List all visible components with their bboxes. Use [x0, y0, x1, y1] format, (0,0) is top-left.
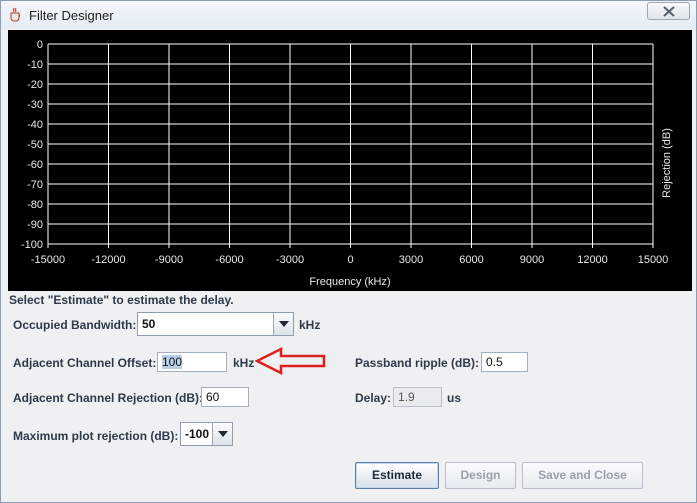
adjacent-channel-offset-label: Adjacent Channel Offset:	[13, 356, 157, 370]
y-tick-label: -20	[27, 79, 43, 91]
y-tick-label: -30	[27, 99, 43, 111]
y-tick-label: -60	[27, 159, 43, 171]
status-text: Select "Estimate" to estimate the delay.	[9, 293, 234, 307]
save-and-close-button[interactable]: Save and Close	[522, 462, 643, 489]
y-tick-label: -40	[27, 119, 43, 131]
delay-field: 1.9	[393, 387, 442, 407]
adjacent-channel-offset-input[interactable]: 100	[157, 352, 227, 372]
window-title: Filter Designer	[29, 8, 114, 23]
title-bar: Filter Designer	[1, 1, 696, 29]
occupied-bandwidth-dropdown-button[interactable]	[273, 313, 293, 335]
design-button[interactable]: Design	[445, 462, 516, 489]
x-tick-label: 6000	[459, 254, 483, 266]
y-tick-label: -50	[27, 139, 43, 151]
adjacent-channel-offset-value: 100	[162, 355, 183, 369]
chevron-down-icon	[279, 321, 289, 327]
y-tick-label: -70	[27, 179, 43, 191]
occupied-bandwidth-label: Occupied Bandwidth:	[13, 318, 137, 332]
x-tick-label: -6000	[215, 254, 243, 266]
adjacent-channel-rejection-input[interactable]: 60	[201, 387, 249, 407]
chevron-down-icon	[218, 431, 228, 437]
x-tick-label: 12000	[577, 254, 608, 266]
x-tick-label: 9000	[520, 254, 544, 266]
max-plot-rejection-value: -100	[185, 427, 210, 441]
plot-svg: 0 -10 -20 -30 -40 -50 -60 -70 -80 -90 -100 -15000 -…	[21, 39, 673, 288]
x-axis-label: Frequency (kHz)	[309, 276, 390, 288]
x-tick-label: -9000	[155, 254, 183, 266]
close-icon	[663, 6, 675, 17]
x-tick-label: -3000	[276, 254, 304, 266]
max-plot-rejection-combo[interactable]: -100	[180, 422, 233, 446]
adjacent-channel-offset-unit: kHz	[233, 356, 255, 370]
annotation-arrow	[255, 347, 326, 375]
passband-ripple-label: Passband ripple (dB):	[355, 356, 480, 370]
passband-ripple-input[interactable]: 0.5	[481, 352, 528, 372]
occupied-bandwidth-combo[interactable]: 50	[137, 312, 294, 336]
y-tick-label: 0	[37, 39, 43, 51]
delay-unit: us	[447, 391, 462, 405]
occupied-bandwidth-value: 50	[142, 317, 156, 331]
adjacent-channel-rejection-value: 60	[206, 390, 220, 404]
y-tick-label: -90	[27, 219, 43, 231]
occupied-bandwidth-unit: kHz	[299, 318, 321, 332]
estimate-button[interactable]: Estimate	[355, 462, 439, 489]
x-tick-label: -15000	[31, 254, 65, 266]
adjacent-channel-rejection-label: Adjacent Channel Rejection (dB):	[13, 391, 204, 405]
max-plot-rejection-label: Maximum plot rejection (dB):	[13, 429, 179, 443]
delay-value: 1.9	[398, 390, 415, 404]
y-axis-label: Rejection (dB)	[661, 128, 673, 198]
delay-label: Delay:	[355, 391, 392, 405]
x-tick-label: -12000	[91, 254, 125, 266]
close-button[interactable]	[647, 2, 690, 20]
y-tick-label: -80	[27, 199, 43, 211]
y-tick-label: -10	[27, 59, 43, 71]
x-tick-label: 0	[347, 254, 353, 266]
max-plot-rejection-dropdown-button[interactable]	[212, 423, 232, 445]
x-tick-label: 3000	[399, 254, 423, 266]
filter-designer-window: Filter Designer 0 -10 -20 -30 -40 -50 -60 -70 -8…	[0, 0, 697, 503]
y-tick-label: -100	[21, 239, 43, 251]
rejection-plot: 0 -10 -20 -30 -40 -50 -60 -70 -80 -90 -100 -15000 -…	[8, 30, 692, 291]
java-cup-icon	[10, 7, 21, 22]
x-tick-label: 15000	[638, 254, 669, 266]
passband-ripple-value: 0.5	[486, 355, 503, 369]
